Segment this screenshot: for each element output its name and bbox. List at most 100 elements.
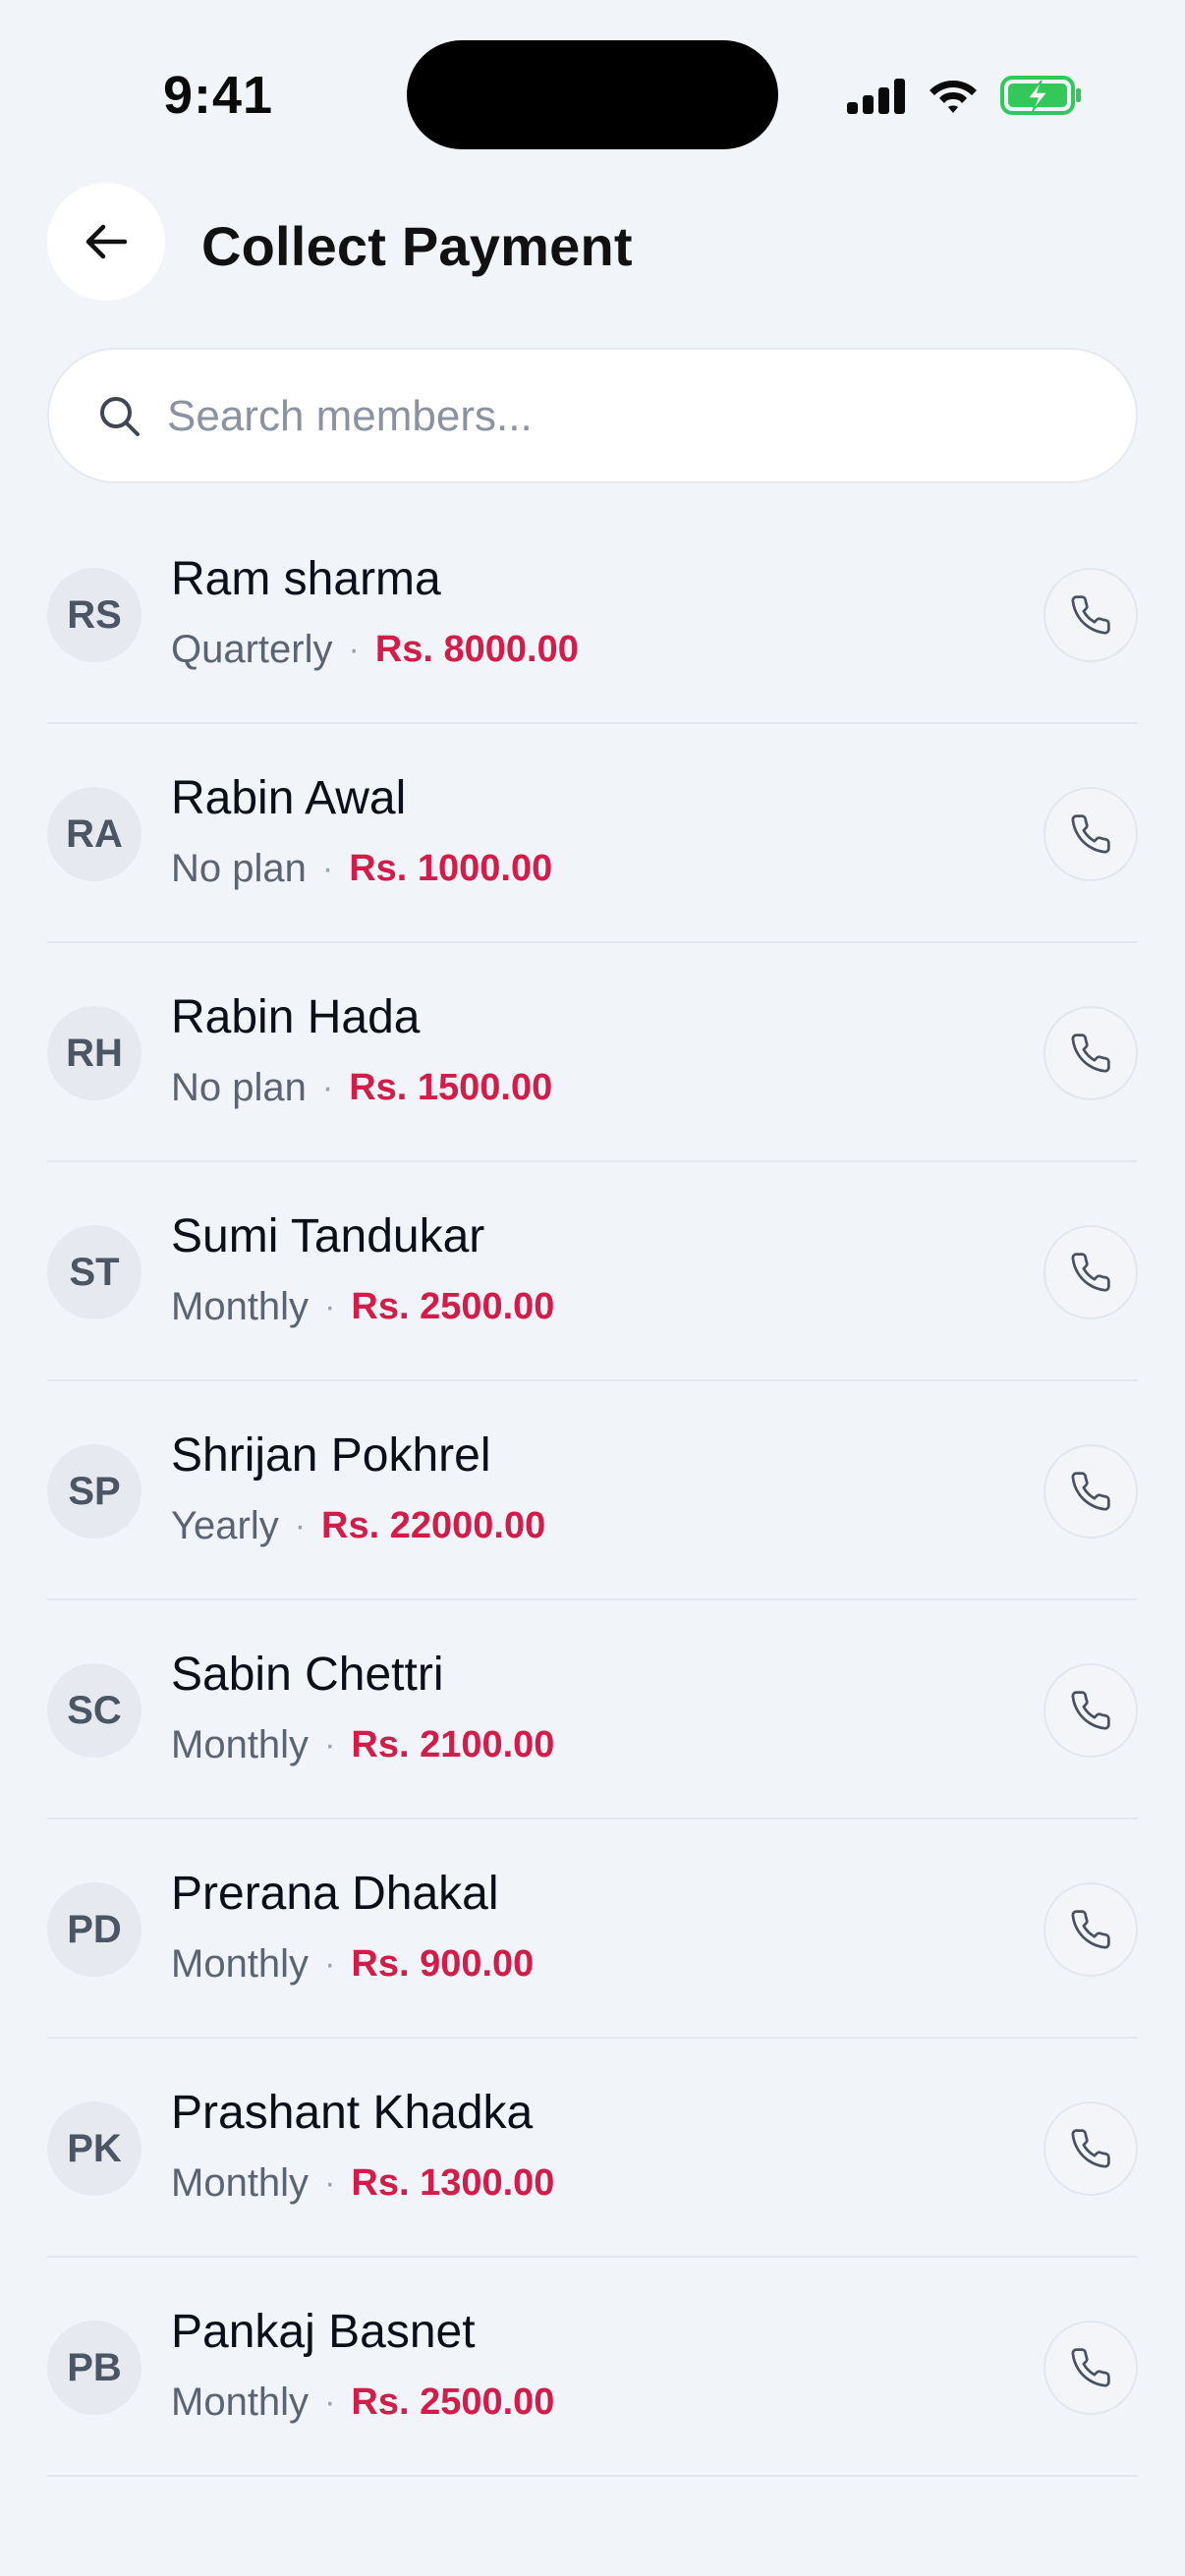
separator-dot: · — [324, 1945, 336, 1983]
member-plan: No plan — [171, 1066, 307, 1109]
phone-icon — [1071, 2348, 1110, 2387]
member-meta: No plan · Rs. 1000.00 — [171, 847, 552, 891]
member-plan: Monthly — [171, 2380, 310, 2424]
member-amount: Rs. 900.00 — [351, 1943, 535, 1985]
avatar: SP — [47, 1444, 141, 1539]
wifi-icon — [930, 81, 977, 113]
separator-dot: · — [324, 2164, 336, 2202]
member-row[interactable]: PK Prashant Khadka Monthly · Rs. 1300.00 — [47, 2039, 1138, 2258]
member-name: Pankaj Basnet — [171, 2306, 476, 2358]
phone-icon — [1071, 1472, 1110, 1511]
avatar: SC — [47, 1663, 141, 1758]
avatar-initials: PD — [67, 1907, 122, 1951]
member-name: Prerana Dhakal — [171, 1868, 499, 1920]
avatar: PD — [47, 1882, 141, 1977]
member-amount: Rs. 2500.00 — [351, 2381, 555, 2423]
separator-dot: · — [294, 1507, 307, 1544]
member-row[interactable]: RH Rabin Hada No plan · Rs. 1500.00 — [47, 943, 1138, 1162]
avatar: PK — [47, 2101, 141, 2196]
member-list: RS Ram sharma Quarterly · Rs. 8000.00 RA… — [47, 505, 1138, 2477]
search-input[interactable] — [167, 379, 1100, 454]
call-button[interactable] — [1044, 1444, 1138, 1539]
member-name: Prashant Khadka — [171, 2087, 534, 2139]
member-amount: Rs. 22000.00 — [321, 1505, 546, 1546]
separator-dot: · — [321, 1069, 334, 1106]
member-plan: Monthly — [171, 1723, 310, 1766]
member-name: Rabin Hada — [171, 991, 421, 1043]
member-row[interactable]: SC Sabin Chettri Monthly · Rs. 2100.00 — [47, 1600, 1138, 1820]
member-amount: Rs. 1500.00 — [349, 1067, 553, 1108]
avatar-initials: RH — [66, 1031, 123, 1075]
member-meta: Monthly · Rs. 2500.00 — [171, 2380, 554, 2425]
member-meta: Monthly · Rs. 2500.00 — [171, 1285, 554, 1329]
avatar-initials: PK — [67, 2126, 122, 2170]
avatar-initials: PB — [67, 2345, 122, 2389]
phone-icon — [1071, 1253, 1110, 1292]
member-row[interactable]: RA Rabin Awal No plan · Rs. 1000.00 — [47, 724, 1138, 943]
member-row[interactable]: ST Sumi Tandukar Monthly · Rs. 2500.00 — [47, 1162, 1138, 1381]
member-plan: Quarterly — [171, 628, 333, 671]
phone-icon — [1071, 1910, 1110, 1949]
call-button[interactable] — [1044, 2321, 1138, 2415]
status-time: 9:41 — [163, 66, 274, 125]
battery-charging-icon — [1000, 76, 1081, 115]
call-button[interactable] — [1044, 1006, 1138, 1100]
call-button[interactable] — [1044, 2101, 1138, 2196]
back-button[interactable] — [47, 183, 165, 301]
member-row[interactable]: RS Ram sharma Quarterly · Rs. 8000.00 — [47, 505, 1138, 724]
member-plan: No plan — [171, 847, 307, 890]
member-name: Rabin Awal — [171, 772, 407, 824]
member-meta: Monthly · Rs. 900.00 — [171, 1942, 534, 1987]
member-amount: Rs. 8000.00 — [374, 629, 579, 670]
avatar-initials: RA — [66, 812, 123, 856]
separator-dot: · — [348, 631, 360, 668]
member-amount: Rs. 2500.00 — [351, 1286, 555, 1327]
call-button[interactable] — [1044, 1882, 1138, 1977]
call-button[interactable] — [1044, 568, 1138, 662]
avatar: RA — [47, 787, 141, 881]
screen: 9:41 Collect Payment Search members... R… — [0, 0, 1185, 2576]
avatar-initials: SP — [68, 1469, 121, 1513]
member-name: Shrijan Pokhrel — [171, 1429, 491, 1482]
call-button[interactable] — [1044, 1225, 1138, 1319]
phone-icon — [1071, 595, 1110, 635]
status-icons — [847, 71, 1083, 120]
member-name: Sabin Chettri — [171, 1649, 444, 1701]
member-meta: Monthly · Rs. 2100.00 — [171, 1723, 554, 1767]
avatar-initials: SC — [67, 1688, 122, 1732]
page-title: Collect Payment — [201, 215, 633, 277]
member-meta: No plan · Rs. 1500.00 — [171, 1066, 552, 1110]
member-name: Ram sharma — [171, 553, 441, 605]
dynamic-island — [407, 40, 778, 149]
member-plan: Monthly — [171, 1942, 310, 1986]
member-row[interactable]: SP Shrijan Pokhrel Yearly · Rs. 22000.00 — [47, 1381, 1138, 1600]
member-amount: Rs. 1300.00 — [351, 2162, 555, 2204]
member-amount: Rs. 1000.00 — [349, 848, 553, 889]
phone-icon — [1071, 814, 1110, 854]
member-row[interactable]: PB Pankaj Basnet Monthly · Rs. 2500.00 — [47, 2258, 1138, 2477]
avatar: RS — [47, 568, 141, 662]
separator-dot: · — [324, 1726, 336, 1764]
call-button[interactable] — [1044, 787, 1138, 881]
phone-icon — [1071, 2129, 1110, 2168]
separator-dot: · — [324, 2383, 336, 2421]
avatar: ST — [47, 1225, 141, 1319]
member-row[interactable]: PD Prerana Dhakal Monthly · Rs. 900.00 — [47, 1820, 1138, 2039]
member-amount: Rs. 2100.00 — [351, 1724, 555, 1765]
search-icon — [100, 397, 140, 436]
member-meta: Yearly · Rs. 22000.00 — [171, 1504, 545, 1548]
avatar-initials: ST — [69, 1250, 120, 1294]
avatar: RH — [47, 1006, 141, 1100]
separator-dot: · — [324, 1288, 336, 1325]
cellular-signal-icon — [847, 79, 905, 114]
separator-dot: · — [321, 850, 334, 887]
avatar-initials: RS — [67, 592, 122, 637]
member-plan: Yearly — [171, 1504, 279, 1547]
arrow-left-icon — [85, 224, 128, 259]
phone-icon — [1071, 1034, 1110, 1073]
call-button[interactable] — [1044, 1663, 1138, 1758]
status-bar: 9:41 — [0, 0, 1185, 187]
search-bar[interactable] — [47, 348, 1138, 483]
phone-icon — [1071, 1691, 1110, 1730]
member-plan: Monthly — [171, 1285, 310, 1328]
